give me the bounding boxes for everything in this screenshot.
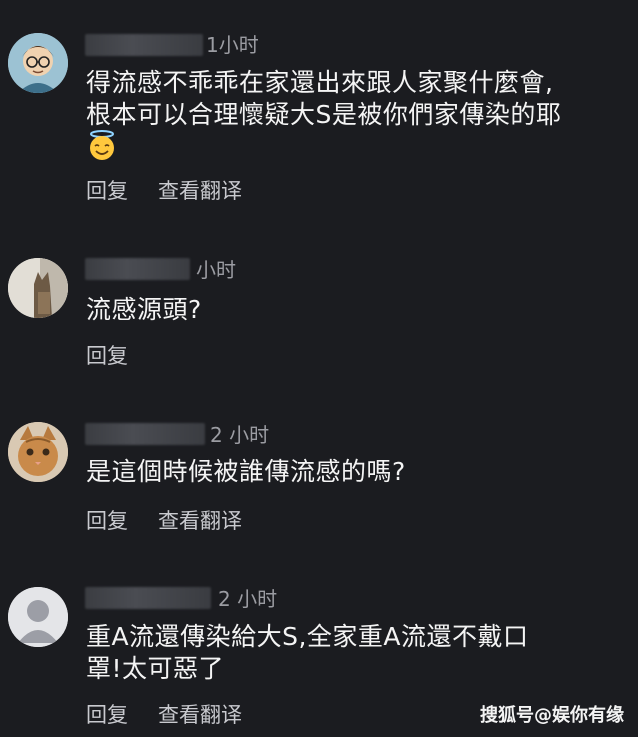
comment-actions: 回复 查看翻译 <box>86 175 272 205</box>
cat-photo-avatar-icon <box>8 422 68 482</box>
comment-actions: 回复 <box>86 340 158 370</box>
username-blurred[interactable] <box>85 258 190 280</box>
comment-text: 流感源頭? <box>86 295 202 324</box>
emoji-container <box>86 130 118 162</box>
comment-text: 得流感不乖乖在家還出來跟人家聚什麼會, <box>86 68 554 97</box>
avatar[interactable] <box>8 33 68 93</box>
comment-actions: 回复 查看翻译 <box>86 699 272 729</box>
cartoon-avatar-icon <box>8 33 68 93</box>
avatar[interactable] <box>8 422 68 482</box>
username-blurred[interactable] <box>85 423 205 445</box>
comment-text: 重A流還傳染給大S,全家重A流還不戴口 <box>86 622 529 651</box>
translate-button[interactable]: 查看翻译 <box>158 699 242 729</box>
translate-button[interactable]: 查看翻译 <box>158 505 242 535</box>
username-blurred[interactable] <box>85 587 211 609</box>
translate-button[interactable]: 查看翻译 <box>158 175 242 205</box>
comment-actions: 回复 查看翻译 <box>86 505 272 535</box>
comment-time: 小时 <box>196 258 236 282</box>
comment-text: 罩!太可惡了 <box>86 654 225 683</box>
comment-text: 是這個時候被誰傳流感的嗎? <box>86 457 406 486</box>
comment-time: 1小时 <box>206 33 259 57</box>
smiling-face-with-halo-icon <box>90 130 114 160</box>
watermark: 搜狐号@娱你有缘 <box>480 705 624 726</box>
comment-time: 2 小时 <box>218 587 278 611</box>
comment-time: 2 小时 <box>210 423 270 447</box>
default-user-avatar-icon <box>8 587 68 647</box>
avatar[interactable] <box>8 258 68 318</box>
reply-button[interactable]: 回复 <box>86 340 128 370</box>
username-blurred[interactable] <box>85 34 203 56</box>
reply-button[interactable]: 回复 <box>86 175 128 205</box>
avatar[interactable] <box>8 587 68 647</box>
reply-button[interactable]: 回复 <box>86 505 128 535</box>
reply-button[interactable]: 回复 <box>86 699 128 729</box>
comment-text: 根本可以合理懷疑大S是被你們家傳染的耶 <box>86 100 562 129</box>
cat-photo-avatar-icon <box>8 258 68 318</box>
